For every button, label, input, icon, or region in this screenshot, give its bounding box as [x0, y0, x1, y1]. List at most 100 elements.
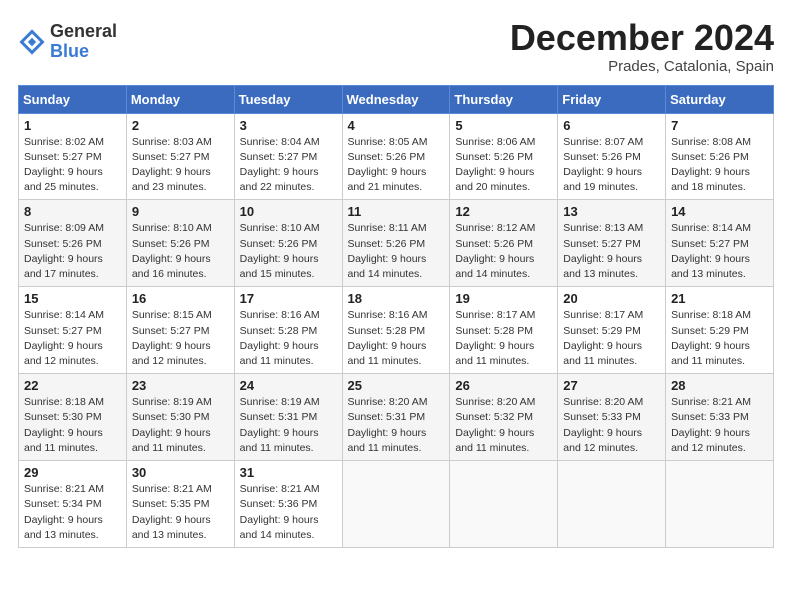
day-number: 19 — [455, 291, 552, 306]
col-saturday: Saturday — [666, 85, 774, 113]
calendar-cell: 13 Sunrise: 8:13 AMSunset: 5:27 PMDaylig… — [558, 200, 666, 287]
day-detail: Sunrise: 8:21 AMSunset: 5:34 PMDaylight:… — [24, 482, 121, 543]
calendar-body: 1 Sunrise: 8:02 AMSunset: 5:27 PMDayligh… — [19, 113, 774, 547]
calendar-cell: 31 Sunrise: 8:21 AMSunset: 5:36 PMDaylig… — [234, 461, 342, 548]
day-number: 28 — [671, 378, 768, 393]
col-tuesday: Tuesday — [234, 85, 342, 113]
day-number: 15 — [24, 291, 121, 306]
day-number: 1 — [24, 118, 121, 133]
day-detail: Sunrise: 8:03 AMSunset: 5:27 PMDaylight:… — [132, 135, 229, 196]
logo: General Blue — [18, 22, 117, 62]
day-number: 20 — [563, 291, 660, 306]
calendar-week-2: 8 Sunrise: 8:09 AMSunset: 5:26 PMDayligh… — [19, 200, 774, 287]
calendar-cell: 21 Sunrise: 8:18 AMSunset: 5:29 PMDaylig… — [666, 287, 774, 374]
day-detail: Sunrise: 8:21 AMSunset: 5:36 PMDaylight:… — [240, 482, 337, 543]
calendar-cell: 5 Sunrise: 8:06 AMSunset: 5:26 PMDayligh… — [450, 113, 558, 200]
day-number: 5 — [455, 118, 552, 133]
day-detail: Sunrise: 8:04 AMSunset: 5:27 PMDaylight:… — [240, 135, 337, 196]
calendar-cell: 9 Sunrise: 8:10 AMSunset: 5:26 PMDayligh… — [126, 200, 234, 287]
calendar-cell: 23 Sunrise: 8:19 AMSunset: 5:30 PMDaylig… — [126, 374, 234, 461]
calendar-cell: 4 Sunrise: 8:05 AMSunset: 5:26 PMDayligh… — [342, 113, 450, 200]
day-number: 30 — [132, 465, 229, 480]
day-detail: Sunrise: 8:14 AMSunset: 5:27 PMDaylight:… — [24, 308, 121, 369]
calendar-cell: 11 Sunrise: 8:11 AMSunset: 5:26 PMDaylig… — [342, 200, 450, 287]
day-detail: Sunrise: 8:21 AMSunset: 5:35 PMDaylight:… — [132, 482, 229, 543]
day-detail: Sunrise: 8:10 AMSunset: 5:26 PMDaylight:… — [132, 221, 229, 282]
title-block: December 2024 Prades, Catalonia, Spain — [510, 18, 774, 75]
calendar-cell: 26 Sunrise: 8:20 AMSunset: 5:32 PMDaylig… — [450, 374, 558, 461]
day-detail: Sunrise: 8:07 AMSunset: 5:26 PMDaylight:… — [563, 135, 660, 196]
calendar-week-3: 15 Sunrise: 8:14 AMSunset: 5:27 PMDaylig… — [19, 287, 774, 374]
day-number: 10 — [240, 204, 337, 219]
calendar-cell — [342, 461, 450, 548]
calendar-table: Sunday Monday Tuesday Wednesday Thursday… — [18, 85, 774, 548]
day-number: 18 — [348, 291, 445, 306]
calendar-cell: 20 Sunrise: 8:17 AMSunset: 5:29 PMDaylig… — [558, 287, 666, 374]
day-detail: Sunrise: 8:12 AMSunset: 5:26 PMDaylight:… — [455, 221, 552, 282]
calendar-cell: 24 Sunrise: 8:19 AMSunset: 5:31 PMDaylig… — [234, 374, 342, 461]
day-number: 17 — [240, 291, 337, 306]
day-number: 22 — [24, 378, 121, 393]
calendar-cell: 1 Sunrise: 8:02 AMSunset: 5:27 PMDayligh… — [19, 113, 127, 200]
day-number: 2 — [132, 118, 229, 133]
col-monday: Monday — [126, 85, 234, 113]
calendar-week-1: 1 Sunrise: 8:02 AMSunset: 5:27 PMDayligh… — [19, 113, 774, 200]
day-detail: Sunrise: 8:20 AMSunset: 5:31 PMDaylight:… — [348, 395, 445, 456]
calendar-cell — [450, 461, 558, 548]
header: General Blue December 2024 Prades, Catal… — [18, 18, 774, 75]
day-detail: Sunrise: 8:02 AMSunset: 5:27 PMDaylight:… — [24, 135, 121, 196]
calendar-cell: 28 Sunrise: 8:21 AMSunset: 5:33 PMDaylig… — [666, 374, 774, 461]
page-container: General Blue December 2024 Prades, Catal… — [0, 0, 792, 558]
day-number: 12 — [455, 204, 552, 219]
month-title: December 2024 — [510, 18, 774, 58]
calendar-week-4: 22 Sunrise: 8:18 AMSunset: 5:30 PMDaylig… — [19, 374, 774, 461]
logo-text: General Blue — [50, 22, 117, 62]
day-number: 21 — [671, 291, 768, 306]
day-number: 31 — [240, 465, 337, 480]
col-wednesday: Wednesday — [342, 85, 450, 113]
day-detail: Sunrise: 8:20 AMSunset: 5:32 PMDaylight:… — [455, 395, 552, 456]
calendar-cell: 18 Sunrise: 8:16 AMSunset: 5:28 PMDaylig… — [342, 287, 450, 374]
day-number: 16 — [132, 291, 229, 306]
logo-general: General — [50, 22, 117, 42]
day-number: 6 — [563, 118, 660, 133]
calendar-cell: 27 Sunrise: 8:20 AMSunset: 5:33 PMDaylig… — [558, 374, 666, 461]
day-detail: Sunrise: 8:18 AMSunset: 5:29 PMDaylight:… — [671, 308, 768, 369]
day-detail: Sunrise: 8:05 AMSunset: 5:26 PMDaylight:… — [348, 135, 445, 196]
calendar-cell: 14 Sunrise: 8:14 AMSunset: 5:27 PMDaylig… — [666, 200, 774, 287]
calendar-cell: 29 Sunrise: 8:21 AMSunset: 5:34 PMDaylig… — [19, 461, 127, 548]
day-number: 13 — [563, 204, 660, 219]
day-number: 29 — [24, 465, 121, 480]
day-number: 14 — [671, 204, 768, 219]
day-number: 25 — [348, 378, 445, 393]
logo-blue: Blue — [50, 42, 117, 62]
calendar-cell — [558, 461, 666, 548]
calendar-cell: 15 Sunrise: 8:14 AMSunset: 5:27 PMDaylig… — [19, 287, 127, 374]
calendar-cell: 19 Sunrise: 8:17 AMSunset: 5:28 PMDaylig… — [450, 287, 558, 374]
day-number: 27 — [563, 378, 660, 393]
calendar-cell: 7 Sunrise: 8:08 AMSunset: 5:26 PMDayligh… — [666, 113, 774, 200]
day-detail: Sunrise: 8:15 AMSunset: 5:27 PMDaylight:… — [132, 308, 229, 369]
calendar-cell: 17 Sunrise: 8:16 AMSunset: 5:28 PMDaylig… — [234, 287, 342, 374]
day-number: 26 — [455, 378, 552, 393]
day-detail: Sunrise: 8:10 AMSunset: 5:26 PMDaylight:… — [240, 221, 337, 282]
day-detail: Sunrise: 8:18 AMSunset: 5:30 PMDaylight:… — [24, 395, 121, 456]
location: Prades, Catalonia, Spain — [510, 58, 774, 75]
day-detail: Sunrise: 8:16 AMSunset: 5:28 PMDaylight:… — [240, 308, 337, 369]
col-friday: Friday — [558, 85, 666, 113]
header-row: Sunday Monday Tuesday Wednesday Thursday… — [19, 85, 774, 113]
col-thursday: Thursday — [450, 85, 558, 113]
day-detail: Sunrise: 8:09 AMSunset: 5:26 PMDaylight:… — [24, 221, 121, 282]
logo-icon — [18, 28, 46, 56]
day-number: 8 — [24, 204, 121, 219]
day-number: 3 — [240, 118, 337, 133]
day-detail: Sunrise: 8:08 AMSunset: 5:26 PMDaylight:… — [671, 135, 768, 196]
day-detail: Sunrise: 8:06 AMSunset: 5:26 PMDaylight:… — [455, 135, 552, 196]
day-number: 9 — [132, 204, 229, 219]
day-detail: Sunrise: 8:17 AMSunset: 5:29 PMDaylight:… — [563, 308, 660, 369]
day-detail: Sunrise: 8:13 AMSunset: 5:27 PMDaylight:… — [563, 221, 660, 282]
calendar-cell: 3 Sunrise: 8:04 AMSunset: 5:27 PMDayligh… — [234, 113, 342, 200]
day-detail: Sunrise: 8:14 AMSunset: 5:27 PMDaylight:… — [671, 221, 768, 282]
day-detail: Sunrise: 8:21 AMSunset: 5:33 PMDaylight:… — [671, 395, 768, 456]
day-detail: Sunrise: 8:17 AMSunset: 5:28 PMDaylight:… — [455, 308, 552, 369]
